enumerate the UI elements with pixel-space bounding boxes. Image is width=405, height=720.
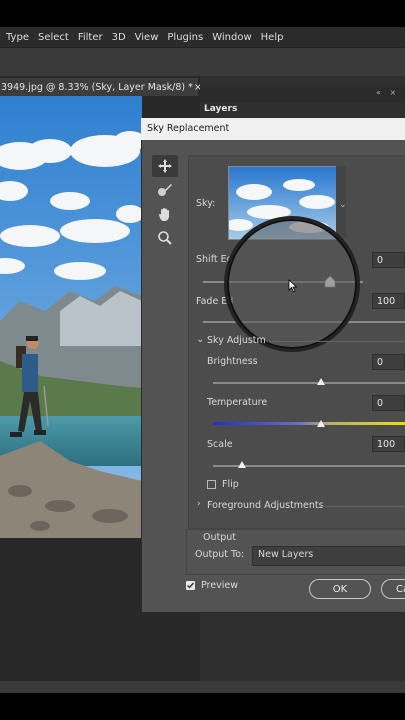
brightness-slider[interactable] bbox=[213, 382, 405, 384]
menu-window[interactable]: Window bbox=[212, 32, 251, 43]
shift-edge-input[interactable]: 0 bbox=[372, 252, 405, 268]
brightness-input[interactable]: 0 bbox=[372, 354, 405, 370]
section-divider bbox=[270, 341, 405, 342]
top-black-bar bbox=[0, 0, 405, 27]
panel-controls[interactable]: « × bbox=[376, 88, 399, 97]
output-to-value: New Layers bbox=[258, 549, 314, 560]
cancel-button[interactable]: Ca bbox=[381, 579, 405, 599]
panel-header bbox=[200, 86, 405, 102]
expand-chevron-icon[interactable]: › bbox=[197, 499, 201, 509]
dialog-title: Sky Replacement bbox=[147, 123, 230, 134]
sky-brush-icon[interactable] bbox=[152, 179, 178, 201]
menu-help[interactable]: Help bbox=[261, 32, 284, 43]
preview-label: Preview bbox=[201, 580, 238, 591]
brightness-thumb[interactable] bbox=[317, 378, 325, 385]
menu-3d[interactable]: 3D bbox=[112, 32, 126, 43]
ok-button[interactable]: OK bbox=[309, 579, 371, 599]
preview-checkbox[interactable] bbox=[186, 581, 195, 590]
output-to-label: Output To: bbox=[195, 549, 245, 560]
dropdown-chevron-icon[interactable]: ⌄ bbox=[339, 200, 347, 210]
menu-bar: Type Select Filter 3D View Plugins Windo… bbox=[0, 27, 405, 47]
dialog-title-bar[interactable]: Sky Replacement bbox=[141, 118, 405, 140]
scale-label: Scale bbox=[207, 439, 233, 450]
output-to-select[interactable]: New Layers bbox=[252, 546, 405, 566]
zoom-tool-icon[interactable] bbox=[152, 227, 178, 249]
menu-type[interactable]: Type bbox=[6, 32, 29, 43]
menu-view[interactable]: View bbox=[135, 32, 159, 43]
cursor-arrow-icon bbox=[288, 279, 298, 296]
collapse-chevron-icon[interactable]: ⌄ bbox=[196, 334, 204, 345]
sky-adjustments-label[interactable]: Sky Adjustm bbox=[207, 335, 266, 346]
output-section-label: Output bbox=[203, 532, 236, 543]
sky-label: Sky: bbox=[196, 198, 216, 209]
temperature-label: Temperature bbox=[207, 397, 268, 408]
section-divider bbox=[318, 506, 405, 507]
status-bar bbox=[0, 681, 405, 693]
flip-label: Flip bbox=[222, 479, 239, 490]
move-tool-icon[interactable] bbox=[152, 155, 178, 177]
scale-thumb[interactable] bbox=[238, 461, 246, 468]
temperature-thumb[interactable] bbox=[317, 420, 325, 427]
menu-plugins[interactable]: Plugins bbox=[167, 32, 203, 43]
menu-filter[interactable]: Filter bbox=[78, 32, 103, 43]
brightness-label: Brightness bbox=[207, 356, 258, 367]
document-tab-title: 3949.jpg @ 8.33% (Sky, Layer Mask/8) * bbox=[1, 81, 193, 93]
tab-layers[interactable]: Layers bbox=[204, 104, 254, 118]
scale-input[interactable]: 100 bbox=[372, 436, 405, 452]
options-bar bbox=[0, 47, 405, 77]
canvas-image[interactable] bbox=[0, 96, 142, 538]
dialog-toolbar bbox=[152, 155, 180, 255]
document-tab[interactable]: 3949.jpg @ 8.33% (Sky, Layer Mask/8) * × bbox=[0, 78, 202, 96]
bottom-black-bar bbox=[0, 693, 405, 720]
temperature-slider[interactable] bbox=[213, 422, 405, 425]
fade-edge-input[interactable]: 100 bbox=[372, 293, 405, 309]
temperature-input[interactable]: 0 bbox=[372, 395, 405, 411]
flip-checkbox[interactable] bbox=[207, 480, 216, 489]
foreground-adjustments-label[interactable]: Foreground Adjustments bbox=[207, 500, 324, 511]
hand-tool-icon[interactable] bbox=[152, 203, 178, 225]
menu-select[interactable]: Select bbox=[38, 32, 69, 43]
